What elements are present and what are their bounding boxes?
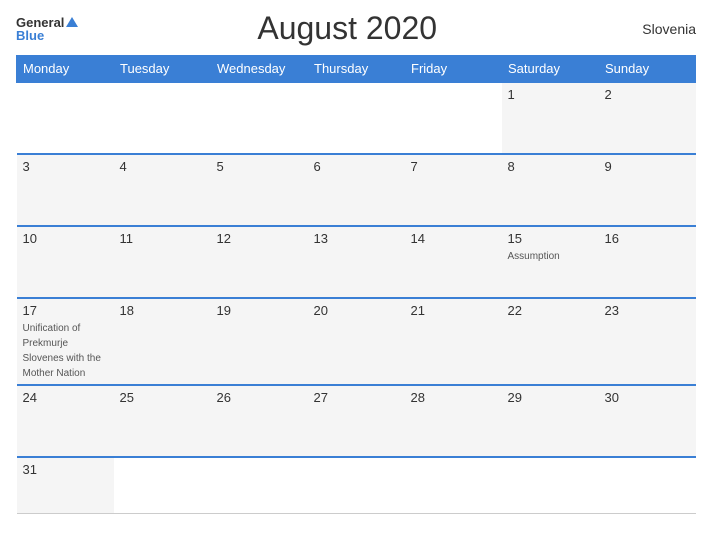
week-row-5: 24 25 26 27 28 29 30 [17,385,696,457]
week-row-3: 10 11 12 13 14 15 Assumption 16 [17,226,696,298]
day-cell: 28 [405,385,502,457]
col-friday: Friday [405,56,502,83]
day-number: 30 [605,390,690,405]
day-cell [17,82,114,154]
day-cell [405,457,502,513]
header-row: Monday Tuesday Wednesday Thursday Friday… [17,56,696,83]
col-wednesday: Wednesday [211,56,308,83]
day-number: 10 [23,231,108,246]
day-cell: 1 [502,82,599,154]
day-number: 12 [217,231,302,246]
calendar-wrapper: General Blue August 2020 Slovenia Monday… [0,0,712,550]
day-number: 17 [23,303,108,318]
day-cell: 16 [599,226,696,298]
day-cell: 2 [599,82,696,154]
day-number: 16 [605,231,690,246]
week-row-2: 3456789 [17,154,696,226]
col-thursday: Thursday [308,56,405,83]
day-number: 5 [217,159,302,174]
day-number: 19 [217,303,302,318]
day-cell: 17 Unification of Prekmurje Slovenes with… [17,298,114,385]
day-number: 13 [314,231,399,246]
day-cell: 5 [211,154,308,226]
day-cell [211,82,308,154]
day-cell: 10 [17,226,114,298]
day-number: 22 [508,303,593,318]
day-cell [308,82,405,154]
day-cell: 9 [599,154,696,226]
day-cell: 20 [308,298,405,385]
day-number: 25 [120,390,205,405]
country-label: Slovenia [616,21,696,37]
day-cell: 31 [17,457,114,513]
day-cell: 12 [211,226,308,298]
col-tuesday: Tuesday [114,56,211,83]
logo-general-text: General [16,16,64,29]
day-number: 28 [411,390,496,405]
day-number: 24 [23,390,108,405]
day-number: 21 [411,303,496,318]
day-cell: 30 [599,385,696,457]
day-number: 9 [605,159,690,174]
day-cell: 24 [17,385,114,457]
day-cell: 3 [17,154,114,226]
day-cell: 4 [114,154,211,226]
day-number: 4 [120,159,205,174]
day-number: 31 [23,462,108,477]
day-cell: 27 [308,385,405,457]
day-number: 8 [508,159,593,174]
week-row-6: 31 [17,457,696,513]
week-row-1: 12 [17,82,696,154]
day-cell: 29 [502,385,599,457]
day-number: 14 [411,231,496,246]
day-cell: 15 Assumption [502,226,599,298]
day-number: 11 [120,231,205,246]
day-number: 15 [508,231,593,246]
day-cell: 11 [114,226,211,298]
day-number: 20 [314,303,399,318]
day-number: 29 [508,390,593,405]
logo-blue-text: Blue [16,29,44,42]
day-number: 18 [120,303,205,318]
col-sunday: Sunday [599,56,696,83]
day-event: Assumption [508,251,560,262]
day-cell: 22 [502,298,599,385]
day-cell: 25 [114,385,211,457]
day-cell [308,457,405,513]
day-number: 27 [314,390,399,405]
day-cell: 14 [405,226,502,298]
day-number: 2 [605,87,690,102]
day-number: 23 [605,303,690,318]
month-title: August 2020 [78,10,616,47]
day-number: 3 [23,159,108,174]
day-cell: 13 [308,226,405,298]
day-cell: 8 [502,154,599,226]
day-cell: 6 [308,154,405,226]
day-cell [211,457,308,513]
day-cell [114,457,211,513]
logo: General Blue [16,16,78,42]
calendar-table: Monday Tuesday Wednesday Thursday Friday… [16,55,696,514]
day-cell [114,82,211,154]
week-row-4: 17 Unification of Prekmurje Slovenes with… [17,298,696,385]
day-cell [502,457,599,513]
col-saturday: Saturday [502,56,599,83]
day-cell: 19 [211,298,308,385]
day-cell: 7 [405,154,502,226]
day-cell [405,82,502,154]
day-number: 7 [411,159,496,174]
day-cell: 18 [114,298,211,385]
day-number: 1 [508,87,593,102]
day-number: 6 [314,159,399,174]
day-cell: 23 [599,298,696,385]
day-cell: 21 [405,298,502,385]
day-cell: 26 [211,385,308,457]
calendar-header: General Blue August 2020 Slovenia [16,10,696,47]
day-number: 26 [217,390,302,405]
col-monday: Monday [17,56,114,83]
logo-triangle-icon [66,17,78,27]
day-cell [599,457,696,513]
day-event: Unification of Prekmurje Slovenes with t… [23,323,101,379]
